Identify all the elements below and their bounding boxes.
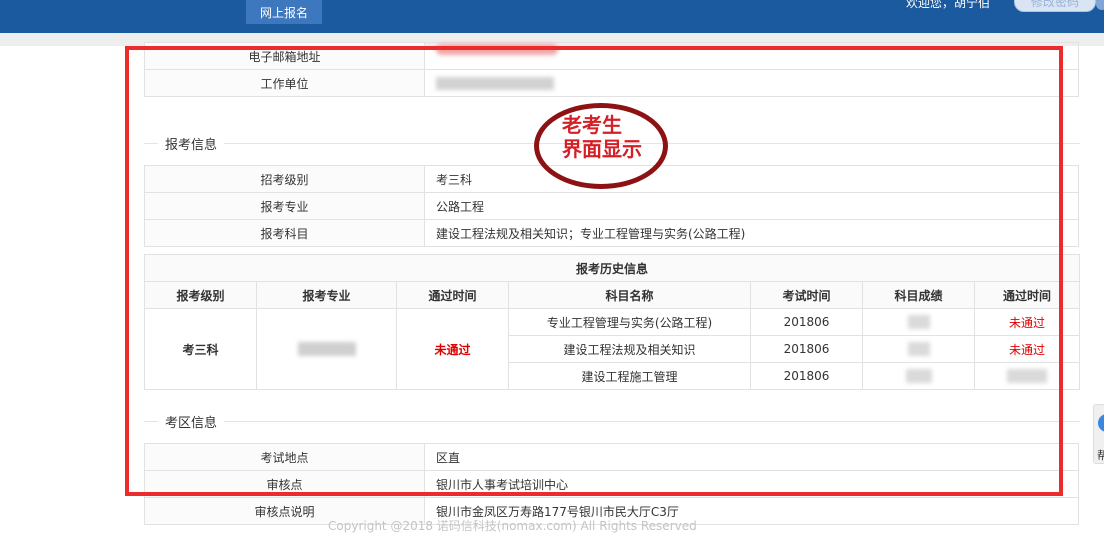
- nav-tab-online-registration[interactable]: 网上报名: [246, 0, 322, 24]
- history-title: 报考历史信息: [143, 254, 1081, 282]
- col-header-major: 报考专业: [256, 281, 397, 309]
- history-major-cell: [256, 308, 397, 390]
- modify-password-button[interactable]: 修改密码: [1014, 0, 1096, 12]
- history-score-cell: [862, 362, 975, 390]
- personal-info-table: 电子邮箱地址 工作单位: [144, 42, 1079, 97]
- section-title-text: 考区信息: [158, 412, 225, 431]
- col-header-pass-time: 通过时间: [396, 281, 509, 309]
- email-value: [424, 42, 1079, 70]
- header-edge-button[interactable]: [1096, 0, 1104, 10]
- annotation-line-2: 界面显示: [562, 137, 642, 161]
- table-row: 报考历史信息: [143, 254, 1081, 282]
- exam-location-value: 区直: [424, 443, 1079, 471]
- exam-level-label: 招考级别: [144, 165, 425, 193]
- exam-subjects-value: 建设工程法规及相关知识；专业工程管理与实务(公路工程): [424, 219, 1079, 247]
- col-header-subject: 科目名称: [508, 281, 751, 309]
- annotation-line-1: 老考生: [562, 113, 622, 137]
- history-exam-time-cell: 201806: [750, 335, 863, 363]
- history-exam-time-cell: 201806: [750, 308, 863, 336]
- exam-history-table: 报考历史信息 报考级别 报考专业 通过时间 科目名称 考试时间 科目成绩 通过时…: [143, 254, 1081, 390]
- welcome-text: 欢迎您，胡宁伯: [906, 0, 991, 10]
- history-exam-time-cell: 201806: [750, 362, 863, 390]
- review-point-value: 银川市人事考试培训中心: [424, 470, 1079, 498]
- history-score-cell: [862, 335, 975, 363]
- workplace-label: 工作单位: [144, 69, 425, 97]
- exam-location-label: 考试地点: [144, 443, 425, 471]
- col-header-subject-pass-time: 通过时间: [973, 281, 1081, 309]
- history-subject-cell: 建设工程施工管理: [508, 362, 751, 390]
- history-level-cell: 考三科: [144, 308, 257, 390]
- section-title-text: 报考信息: [158, 134, 225, 153]
- annotation-text: 老考生 界面显示: [546, 113, 666, 161]
- exam-major-label: 报考专业: [144, 192, 425, 220]
- email-label: 电子邮箱地址: [144, 42, 425, 70]
- table-row: 考试地点 区直: [144, 443, 1079, 471]
- history-subject-cell: 建设工程法规及相关知识: [508, 335, 751, 363]
- exam-level-value: 考三科: [424, 165, 1079, 193]
- side-help-label[interactable]: 帮: [1097, 447, 1104, 463]
- history-subject-cell: 专业工程管理与实务(公路工程): [508, 308, 751, 336]
- exam-major-value: 公路工程: [424, 192, 1079, 220]
- table-row: 报考专业 公路工程: [144, 192, 1079, 220]
- history-pass-time-cell: 未通过: [396, 308, 509, 390]
- review-point-label: 审核点: [144, 470, 425, 498]
- col-header-score: 科目成绩: [862, 281, 975, 309]
- exam-area-section-title: 考区信息: [144, 412, 1080, 431]
- table-row: 审核点 银川市人事考试培训中心: [144, 470, 1079, 498]
- history-pass-cell: 未通过: [973, 308, 1081, 336]
- col-header-exam-time: 考试时间: [750, 281, 863, 309]
- top-header-bar: 网上报名 欢迎您，胡宁伯 修改密码: [0, 0, 1104, 33]
- history-pass-cell: [973, 362, 1081, 390]
- table-row: 工作单位: [144, 69, 1079, 97]
- table-row: 考三科 未通过 专业工程管理与实务(公路工程) 201806 未通过: [144, 308, 1081, 390]
- exam-area-table: 考试地点 区直 审核点 银川市人事考试培训中心 审核点说明 银川市金凤区万寿路1…: [144, 443, 1079, 525]
- table-header-row: 报考级别 报考专业 通过时间 科目名称 考试时间 科目成绩 通过时间: [144, 281, 1081, 309]
- table-row: 报考科目 建设工程法规及相关知识；专业工程管理与实务(公路工程): [144, 219, 1079, 247]
- history-score-cell: [862, 308, 975, 336]
- history-pass-cell: 未通过: [973, 335, 1081, 363]
- table-row: 电子邮箱地址: [144, 42, 1079, 70]
- exam-subjects-label: 报考科目: [144, 219, 425, 247]
- col-header-level: 报考级别: [144, 281, 257, 309]
- workplace-value: [424, 69, 1079, 97]
